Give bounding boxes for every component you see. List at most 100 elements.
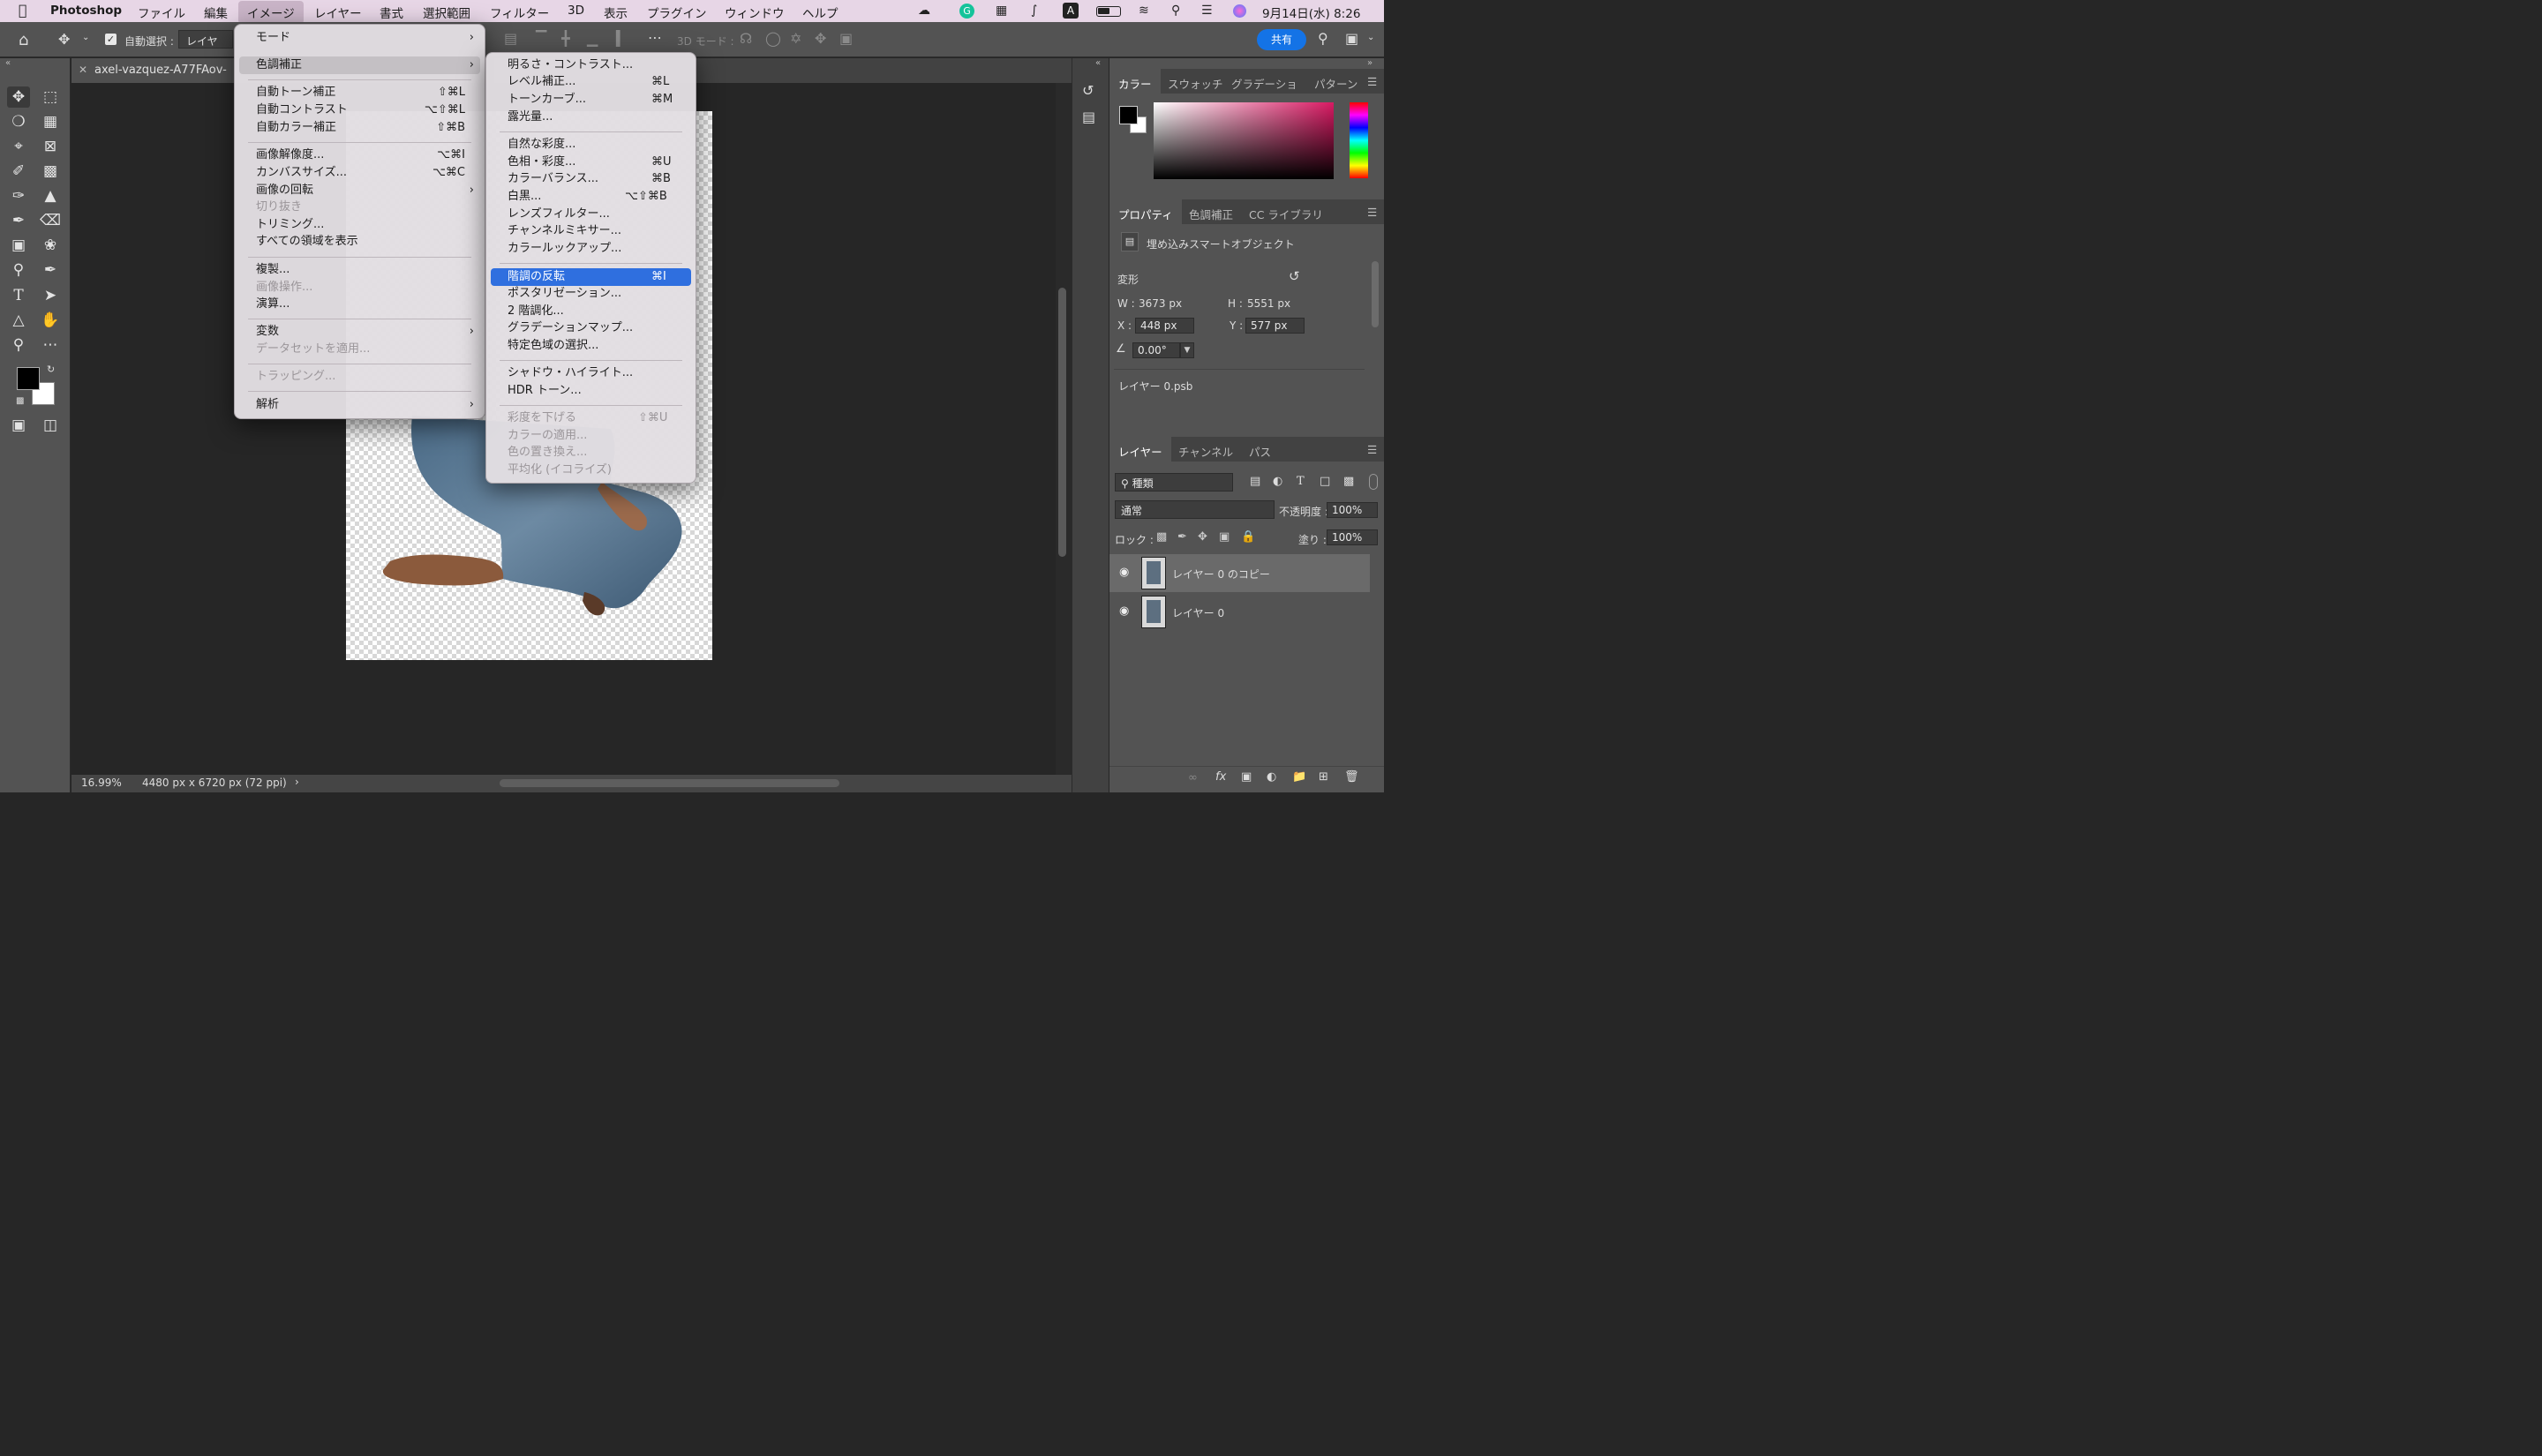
menu-layer[interactable]: レイヤー: [314, 4, 362, 21]
tab-properties[interactable]: プロパティ: [1109, 199, 1182, 224]
marquee-tool-icon[interactable]: ⬚: [39, 86, 62, 108]
menu-item-mode[interactable]: モード ›: [235, 29, 485, 47]
apple-icon[interactable]: : [19, 2, 27, 19]
menu-item-reveal-all[interactable]: すべての領域を表示: [235, 233, 485, 251]
auto-select-dropdown[interactable]: レイヤー: [178, 30, 233, 49]
menu-item-hdr-toning[interactable]: HDR トーン...: [486, 382, 696, 400]
menu-item-exposure[interactable]: 露光量...: [486, 109, 696, 126]
add-mask-icon[interactable]: ▣: [1241, 770, 1252, 784]
comments-icon[interactable]: ▤: [1082, 109, 1095, 125]
expand-icon[interactable]: »: [1367, 58, 1373, 68]
lock-transparent-icon[interactable]: ▩: [1156, 530, 1167, 544]
blur-tool-icon[interactable]: ❀: [39, 235, 62, 256]
tab-swatches[interactable]: スウォッチ: [1168, 75, 1223, 92]
menu-item-color-lookup[interactable]: カラールックアップ...: [486, 240, 696, 258]
horizontal-scrollbar[interactable]: [500, 779, 839, 787]
vertical-scrollbar[interactable]: [1056, 83, 1072, 775]
brush-tool-icon[interactable]: ✑: [7, 185, 30, 206]
search-icon[interactable]: ⚲: [1318, 30, 1328, 47]
document-tab[interactable]: ✕ axel-vazquez-A77FAov-: [71, 58, 239, 83]
menu-item-adjustments[interactable]: 色調補正 ›: [239, 56, 480, 74]
menu-item-analysis[interactable]: 解析 ›: [235, 396, 485, 414]
frame-tool-icon[interactable]: ⊠: [39, 136, 62, 157]
3d-slide-icon[interactable]: ✥: [815, 30, 826, 47]
tab-gradients[interactable]: グラデーショ: [1231, 75, 1297, 92]
visibility-eye-icon[interactable]: ◉: [1119, 566, 1129, 579]
menu-view[interactable]: 表示: [604, 4, 628, 21]
adjustment-layer-icon[interactable]: ◐: [1267, 770, 1276, 784]
filter-smart-object-icon[interactable]: ▩: [1343, 475, 1354, 488]
menu-filter[interactable]: フィルター: [490, 4, 549, 21]
screen-mode-icon[interactable]: ◫: [39, 415, 62, 436]
trash-icon[interactable]: 🗑: [1344, 770, 1359, 784]
zoom-level[interactable]: 16.99%: [81, 777, 122, 789]
menu-item-threshold[interactable]: 2 階調化...: [486, 303, 696, 320]
menu-item-brightness-contrast[interactable]: 明るさ・コントラスト...: [486, 56, 696, 74]
edit-toolbar-icon[interactable]: ⋯: [39, 334, 62, 356]
menu-item-color-balance[interactable]: カラーバランス... ⌘B: [486, 170, 696, 188]
move-tool-preset-icon[interactable]: ✥: [58, 31, 70, 48]
menu-select[interactable]: 選択範囲: [423, 4, 470, 21]
new-layer-icon[interactable]: ⊞: [1319, 770, 1328, 784]
collapse-icon[interactable]: «: [1095, 58, 1101, 68]
menu-type[interactable]: 書式: [380, 4, 403, 21]
3d-pan-icon[interactable]: ✡: [790, 30, 801, 47]
menu-item-image-rotation[interactable]: 画像の回転 ›: [235, 182, 485, 199]
path-select-tool-icon[interactable]: ➤: [39, 285, 62, 306]
chevron-down-icon[interactable]: ⌄: [82, 33, 89, 42]
layer-filter-dropdown[interactable]: ⚲ 種類: [1115, 473, 1233, 492]
more-options-icon[interactable]: ⋯: [648, 29, 662, 46]
menu-item-calculations[interactable]: 演算...: [235, 296, 485, 313]
menu-item-duplicate[interactable]: 複製...: [235, 261, 485, 279]
filter-shape-icon[interactable]: □: [1320, 475, 1330, 488]
gradient-tool-icon[interactable]: ▣: [7, 235, 30, 256]
move-tool-icon[interactable]: ✥: [7, 86, 30, 108]
menu-file[interactable]: ファイル: [138, 4, 185, 21]
battery-icon[interactable]: [1096, 6, 1121, 17]
blend-mode-dropdown[interactable]: 通常: [1115, 500, 1275, 519]
zoom-tool-icon[interactable]: ⚲: [7, 334, 30, 356]
align-icon[interactable]: ▤: [504, 30, 517, 47]
lock-position-icon[interactable]: ✥: [1198, 530, 1207, 544]
foreground-color-swatch[interactable]: [17, 367, 40, 390]
fx-icon[interactable]: fx: [1215, 770, 1226, 784]
menu-item-variables[interactable]: 変数 ›: [235, 323, 485, 341]
menu-item-photo-filter[interactable]: レンズフィルター...: [486, 206, 696, 223]
menu-item-trim[interactable]: トリミング...: [235, 216, 485, 234]
visibility-eye-icon[interactable]: ◉: [1119, 604, 1129, 618]
lock-image-icon[interactable]: ✒: [1177, 530, 1187, 544]
menu-item-levels[interactable]: レベル補正... ⌘L: [486, 73, 696, 91]
menu-item-channel-mixer[interactable]: チャンネルミキサー...: [486, 222, 696, 240]
share-button[interactable]: 共有: [1257, 29, 1306, 50]
tab-channels[interactable]: チャンネル: [1178, 443, 1233, 460]
color-picker-field[interactable]: [1154, 102, 1334, 179]
tab-cc-libraries[interactable]: CC ライブラリ: [1249, 206, 1323, 222]
default-colors-icon[interactable]: ▩: [16, 396, 24, 406]
tab-patterns[interactable]: パターン: [1314, 75, 1357, 92]
opacity-field[interactable]: 100%: [1327, 502, 1378, 518]
menu-item-auto-contrast[interactable]: 自動コントラスト ⌥⇧⌘L: [235, 101, 485, 119]
layer-name[interactable]: レイヤー 0: [1172, 605, 1224, 620]
new-group-icon[interactable]: 📁: [1292, 770, 1306, 784]
menu-photoshop[interactable]: Photoshop: [50, 4, 122, 18]
menu-item-auto-color[interactable]: 自動カラー補正 ⇧⌘B: [235, 119, 485, 137]
menu-3d[interactable]: 3D: [568, 4, 584, 18]
wifi-icon[interactable]: ≋: [1139, 4, 1149, 18]
pen-tool-icon[interactable]: ✒: [39, 259, 62, 281]
menu-item-gradient-map[interactable]: グラデーションマップ...: [486, 319, 696, 337]
lasso-tool-icon[interactable]: ❍: [7, 111, 30, 132]
menu-item-selective-color[interactable]: 特定色域の選択...: [486, 337, 696, 355]
history-icon[interactable]: ↺: [1082, 82, 1094, 99]
menu-item-black-white[interactable]: 白黒... ⌥⇧⌘B: [486, 188, 696, 206]
align-top-icon[interactable]: ▔: [536, 30, 546, 47]
menu-item-vibrance[interactable]: 自然な彩度...: [486, 136, 696, 154]
properties-scrollbar[interactable]: [1372, 261, 1379, 327]
type-tool-icon[interactable]: T: [7, 285, 30, 306]
filter-pixel-icon[interactable]: ▤: [1250, 475, 1260, 488]
layer-row-copy[interactable]: ◉ レイヤー 0 のコピー: [1109, 554, 1370, 592]
hue-slider[interactable]: [1350, 102, 1368, 178]
y-field[interactable]: 577 px: [1245, 318, 1305, 334]
x-field[interactable]: 448 px: [1135, 318, 1194, 334]
tab-adjustments[interactable]: 色調補正: [1189, 206, 1233, 222]
panel-menu-icon[interactable]: ☰: [1367, 443, 1377, 456]
